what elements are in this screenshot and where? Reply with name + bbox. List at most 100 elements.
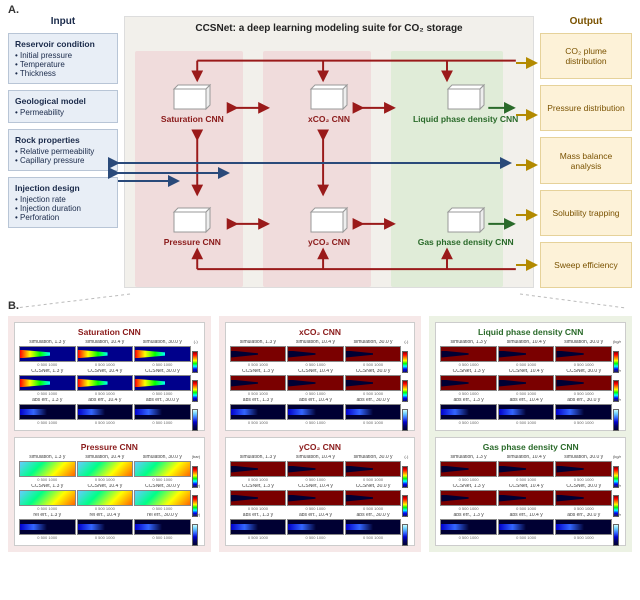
mini-plot: CCSNet, 30.0 y 0 500 1000 xyxy=(555,369,612,397)
mini-plot: CCSNet, 10.4 y 0 500 1000 xyxy=(498,369,555,397)
panel-b-label: B. xyxy=(8,300,632,312)
mini-colorbar: (kg/m³) xyxy=(613,398,621,426)
mini-plot: simulation, 1.3 y 0 500 1000 xyxy=(230,455,287,483)
mini-plot: CCSNet, 1.3 y 0 500 1000 xyxy=(230,369,287,397)
cnn-saturation: Saturation CNN xyxy=(139,55,246,150)
b-card-yco2: yCO₂ CNN simulation, 1.3 y 0 500 1000 si… xyxy=(225,437,416,546)
mini-plot: simulation, 10.4 y 0 500 1000 xyxy=(287,340,344,368)
output-plume: CO₂ plume distribution xyxy=(540,33,632,79)
cnn-pressure: Pressure CNN xyxy=(139,178,246,273)
b-card-xco2: xCO₂ CNN simulation, 1.3 y 0 500 1000 si… xyxy=(225,322,416,431)
input-reservoir-item: Initial pressure xyxy=(15,51,111,60)
input-rock-item: Capillary pressure xyxy=(15,156,111,165)
mini-colorbar: (-) xyxy=(402,398,410,426)
mini-plot: simulation, 1.3 y 0 500 1000 xyxy=(440,455,497,483)
input-header: Input xyxy=(8,16,118,27)
mini-colorbar: (kg/m³) xyxy=(613,513,621,541)
input-geo: Geological model Permeability xyxy=(8,90,118,123)
input-rock-item: Relative permeability xyxy=(15,147,111,156)
mini-plot: rel err., 1.3 y 0 500 1000 xyxy=(19,513,76,541)
b-card-liq: Liquid phase density CNN simulation, 1.3… xyxy=(435,322,626,431)
cnn-xco2: xCO₂ CNN xyxy=(276,55,383,150)
panel-a-label: A. xyxy=(8,4,632,16)
mini-plot: CCSNet, 10.4 y 0 500 1000 xyxy=(77,484,134,512)
cnn-liquid-lbl: Liquid phase density CNN xyxy=(413,115,518,124)
cnn-saturation-lbl: Saturation CNN xyxy=(161,115,224,124)
mini-plot: abs err., 30.0 y 0 500 1000 xyxy=(134,398,191,426)
mini-colorbar: (kg/m³) xyxy=(613,340,621,368)
mini-plot: abs err., 1.3 y 0 500 1000 xyxy=(230,513,287,541)
mini-plot: CCSNet, 1.3 y 0 500 1000 xyxy=(230,484,287,512)
mini-plot: abs err., 10.4 y 0 500 1000 xyxy=(498,513,555,541)
input-inj-item: Injection duration xyxy=(15,204,111,213)
b-col-1: Saturation CNN simulation, 1.3 y 0 500 1… xyxy=(8,316,211,552)
b-card-gas: Gas phase density CNN simulation, 1.3 y … xyxy=(435,437,626,546)
mini-plot: simulation, 1.3 y 0 500 1000 xyxy=(440,340,497,368)
mini-colorbar: (-) xyxy=(192,369,200,397)
input-geo-item: Permeability xyxy=(15,108,111,117)
mini-plot: CCSNet, 10.4 y 0 500 1000 xyxy=(287,484,344,512)
mini-plot: abs err., 10.4 y 0 500 1000 xyxy=(498,398,555,426)
mini-plot: simulation, 30.0 y 0 500 1000 xyxy=(345,340,402,368)
mini-plot: CCSNet, 1.3 y 0 500 1000 xyxy=(19,369,76,397)
b-col-2: xCO₂ CNN simulation, 1.3 y 0 500 1000 si… xyxy=(219,316,422,552)
mini-colorbar: (kg/m³) xyxy=(613,484,621,512)
section-a-panel: A. Input Reservoir condition Initial pre… xyxy=(0,0,640,296)
mini-plot: CCSNet, 30.0 y 0 500 1000 xyxy=(134,484,191,512)
mini-plot: rel err., 30.0 y 0 500 1000 xyxy=(134,513,191,541)
mini-colorbar: (-) xyxy=(192,340,200,368)
input-inj-item: Perforation xyxy=(15,213,111,222)
mini-plot: simulation, 10.4 y 0 500 1000 xyxy=(77,455,134,483)
cnn-yco2: yCO₂ CNN xyxy=(276,178,383,273)
b-col-3: Liquid phase density CNN simulation, 1.3… xyxy=(429,316,632,552)
input-reservoir-item: Temperature xyxy=(15,60,111,69)
cnn-pressure-lbl: Pressure CNN xyxy=(164,238,221,247)
mini-colorbar: (bar) xyxy=(192,484,200,512)
mini-plot: CCSNet, 30.0 y 0 500 1000 xyxy=(134,369,191,397)
mini-plot: abs err., 30.0 y 0 500 1000 xyxy=(345,513,402,541)
cnn-xco2-lbl: xCO₂ CNN xyxy=(308,115,350,124)
mini-plot: abs err., 30.0 y 0 500 1000 xyxy=(555,398,612,426)
b-row: Saturation CNN simulation, 1.3 y 0 500 1… xyxy=(8,316,632,552)
mini-colorbar: (-) xyxy=(402,484,410,512)
mini-colorbar: (bar) xyxy=(192,513,200,541)
cnn-liquid: Liquid phase density CNN xyxy=(412,55,519,150)
mini-plot: simulation, 10.4 y 0 500 1000 xyxy=(498,455,555,483)
input-reservoir: Reservoir condition Initial pressure Tem… xyxy=(8,33,118,84)
output-header: Output xyxy=(540,16,632,27)
mini-plot: CCSNet, 1.3 y 0 500 1000 xyxy=(19,484,76,512)
mini-plot: abs err., 1.3 y 0 500 1000 xyxy=(230,398,287,426)
b-card-press: Pressure CNN simulation, 1.3 y 0 500 100… xyxy=(14,437,205,546)
input-reservoir-hdr: Reservoir condition xyxy=(15,39,111,49)
cnn-yco2-lbl: yCO₂ CNN xyxy=(308,238,350,247)
input-column: Input Reservoir condition Initial pressu… xyxy=(8,16,118,288)
mini-plot: CCSNet, 1.3 y 0 500 1000 xyxy=(440,484,497,512)
b-card-sat: Saturation CNN simulation, 1.3 y 0 500 1… xyxy=(14,322,205,431)
mini-plot: abs err., 10.4 y 0 500 1000 xyxy=(287,513,344,541)
mini-plot: simulation, 1.3 y 0 500 1000 xyxy=(19,340,76,368)
mini-plot: simulation, 10.4 y 0 500 1000 xyxy=(77,340,134,368)
mini-colorbar: (bar) xyxy=(192,455,200,483)
output-column: Output CO₂ plume distribution Pressure d… xyxy=(540,16,632,288)
mini-colorbar: (kg/m³) xyxy=(613,369,621,397)
mini-plot: CCSNet, 10.4 y 0 500 1000 xyxy=(498,484,555,512)
mini-plot: rel err., 10.4 y 0 500 1000 xyxy=(77,513,134,541)
mini-plot: simulation, 1.3 y 0 500 1000 xyxy=(19,455,76,483)
input-inj: Injection design Injection rate Injectio… xyxy=(8,177,118,228)
mini-plot: simulation, 30.0 y 0 500 1000 xyxy=(555,455,612,483)
mini-plot: abs err., 10.4 y 0 500 1000 xyxy=(287,398,344,426)
cnn-gas: Gas phase density CNN xyxy=(412,178,519,273)
mini-plot: abs err., 1.3 y 0 500 1000 xyxy=(440,513,497,541)
mini-colorbar: (-) xyxy=(192,398,200,426)
mini-plot: abs err., 1.3 y 0 500 1000 xyxy=(440,398,497,426)
mini-colorbar: (-) xyxy=(402,369,410,397)
input-inj-item: Injection rate xyxy=(15,195,111,204)
section-b-panel: B. Saturation CNN simulation, 1.3 y 0 50… xyxy=(0,296,640,552)
mini-plot: simulation, 30.0 y 0 500 1000 xyxy=(134,455,191,483)
input-geo-hdr: Geological model xyxy=(15,96,111,106)
mini-colorbar: (-) xyxy=(402,455,410,483)
input-rock-hdr: Rock properties xyxy=(15,135,111,145)
mini-plot: simulation, 1.3 y 0 500 1000 xyxy=(230,340,287,368)
input-reservoir-item: Thickness xyxy=(15,69,111,78)
mini-colorbar: (-) xyxy=(402,340,410,368)
